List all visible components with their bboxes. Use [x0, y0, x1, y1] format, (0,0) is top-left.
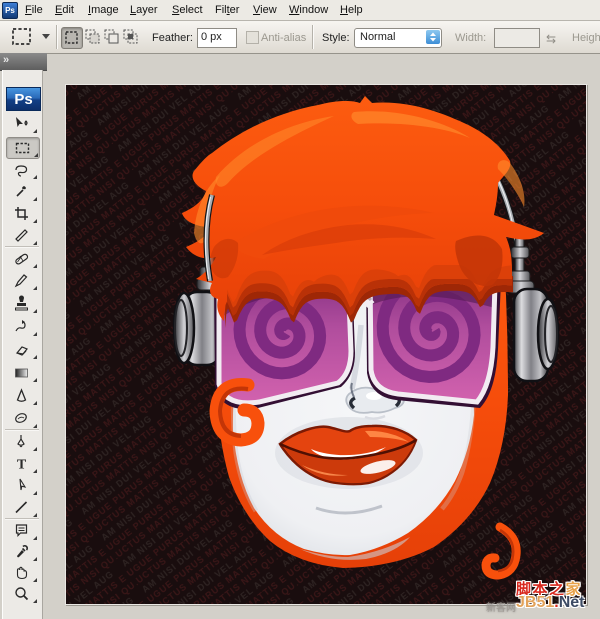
svg-text:T: T [17, 458, 27, 473]
